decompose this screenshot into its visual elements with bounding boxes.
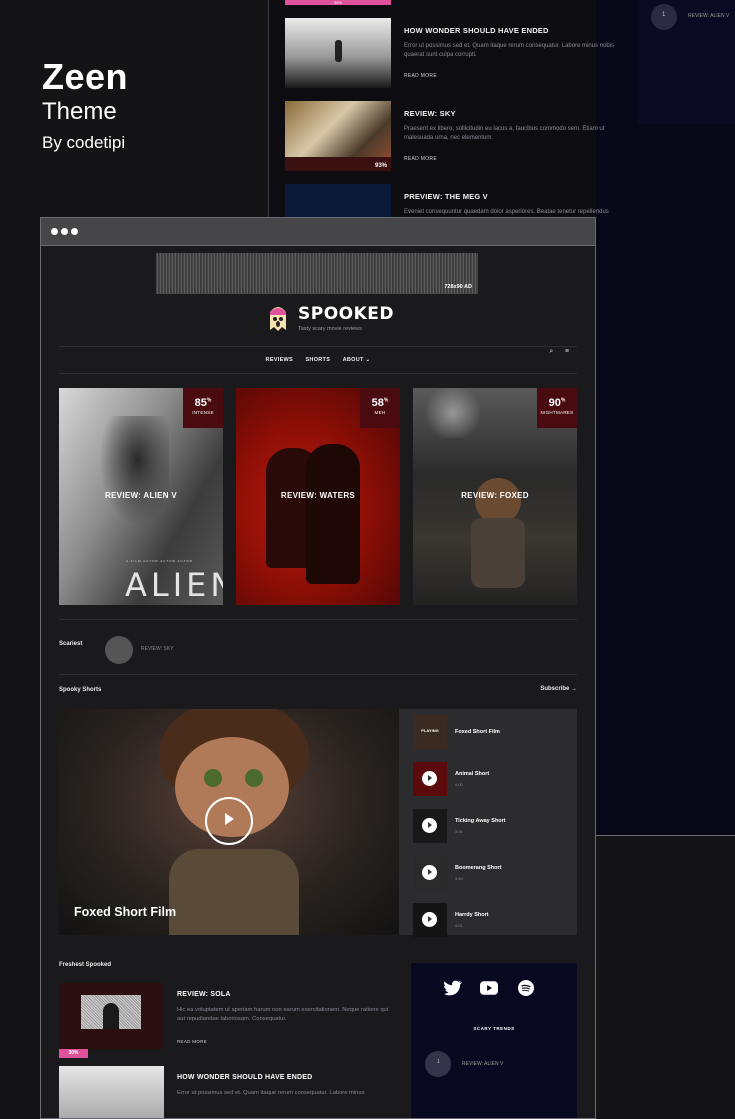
trend-title[interactable]: REVIEW: ALIEN V xyxy=(462,1061,503,1067)
trends-heading: SCARY TRENDS xyxy=(473,1026,515,1031)
post-excerpt: Praesent ex libero, sollicitudin eu lacu… xyxy=(404,126,605,141)
spotify-icon[interactable] xyxy=(517,980,535,996)
section-label-fresh: Freshest Spooked xyxy=(59,962,112,968)
browser-window: 728x90 AD SPOOKED Tasty scary movie revi… xyxy=(40,217,596,1119)
post-title[interactable]: HOW WONDER SHOULD HAVE ENDED xyxy=(404,26,549,35)
play-icon[interactable] xyxy=(205,797,253,845)
percent-badge: 30% xyxy=(59,1049,88,1058)
card-title[interactable]: REVIEW: FOXED xyxy=(413,491,577,500)
post-excerpt: Error ut possimus sed et. Quam itaque re… xyxy=(177,1090,365,1096)
video-player[interactable]: Foxed Short Film xyxy=(59,709,399,935)
section-label-scariest: Scariest xyxy=(59,641,83,647)
play-icon[interactable] xyxy=(422,865,437,880)
window-dot[interactable] xyxy=(71,228,78,235)
review-card[interactable]: A FILM ACTOR ACTOR ACTOR ALIEN REVIEW: A… xyxy=(59,388,223,605)
score-badge: 90% NIGHTMARES xyxy=(537,388,577,428)
twitter-icon[interactable] xyxy=(444,980,462,996)
section-label-shorts: Spooky Shorts xyxy=(59,687,102,693)
post-excerpt: Eveniet consequuntur quaedam dolor asper… xyxy=(404,209,609,215)
scariest-item-title[interactable]: REVIEW: SKY xyxy=(141,646,173,652)
post-thumbnail[interactable] xyxy=(285,18,391,88)
social-widget: SCARY TRENDS 1 REVIEW: ALIEN V xyxy=(411,963,577,1118)
playlist-item[interactable]: Animal Short 4:00 xyxy=(413,762,573,796)
menu-icon[interactable]: ≡ xyxy=(565,348,569,355)
nav-item-about[interactable]: ABOUT ⌄ xyxy=(343,357,371,363)
list-item[interactable]: 30% REVIEW: SOLA Hic ea voluptatem ut ap… xyxy=(59,983,399,1058)
trend-rank: 1 xyxy=(437,1059,440,1065)
play-icon[interactable] xyxy=(422,818,437,833)
list-item[interactable]: HOW WONDER SHOULD HAVE ENDED Error ut po… xyxy=(59,1066,399,1118)
avatar[interactable] xyxy=(105,636,133,664)
window-dot[interactable] xyxy=(61,228,68,235)
post-thumbnail[interactable] xyxy=(59,1066,164,1118)
read-more-link[interactable]: READ MORE xyxy=(177,1039,207,1044)
video-title: Foxed Short Film xyxy=(74,905,177,919)
list-item[interactable]: 93% REVIEW: SKY Praesent ex libero, soll… xyxy=(285,101,605,173)
read-more-link[interactable]: READ MORE xyxy=(404,73,437,79)
page-content: 728x90 AD SPOOKED Tasty scary movie revi… xyxy=(41,246,595,1118)
nav-item-reviews[interactable]: REVIEWS xyxy=(266,357,293,363)
window-dot[interactable] xyxy=(51,228,58,235)
brand-title: Zeen xyxy=(42,56,129,97)
playlist-item[interactable]: Harrdy Short 4:01 xyxy=(413,903,573,937)
post-title[interactable]: HOW WONDER SHOULD HAVE ENDED xyxy=(177,1074,312,1081)
ad-banner[interactable]: 728x90 AD xyxy=(156,253,478,294)
brand-byline: By codetipi xyxy=(42,133,126,152)
poster-title: ALIEN xyxy=(125,566,223,604)
nav-item-shorts[interactable]: SHORTS xyxy=(305,357,330,363)
divider xyxy=(59,619,577,620)
post-excerpt: Error ut possimus sed et. Quam itaque re… xyxy=(404,43,615,58)
score-badge: 85% INTENSE xyxy=(183,388,223,428)
brand-subtitle: Theme xyxy=(42,98,117,125)
search-icon[interactable]: ⌕ xyxy=(549,348,553,355)
background-trends-card: 1 REVIEW: ALIEN V xyxy=(638,0,735,124)
post-excerpt: Hic ea voluptatem ut aperiam harum non e… xyxy=(177,1007,389,1022)
trend-rank: 1 xyxy=(662,12,666,18)
post-title[interactable]: PREVIEW: THE MEG V xyxy=(404,192,488,201)
post-title[interactable]: REVIEW: SKY xyxy=(404,109,456,118)
play-icon[interactable] xyxy=(422,771,437,786)
trend-title[interactable]: REVIEW: ALIEN V xyxy=(688,13,729,19)
browser-titlebar xyxy=(41,218,595,246)
score-badge: 58% MEH xyxy=(360,388,400,428)
card-title[interactable]: REVIEW: ALIEN V xyxy=(59,491,223,500)
post-title[interactable]: REVIEW: SOLA xyxy=(177,991,231,998)
play-icon[interactable] xyxy=(422,912,437,927)
post-thumbnail[interactable]: 93% xyxy=(285,101,391,171)
divider xyxy=(59,674,577,675)
subscribe-link[interactable]: Subscribe → xyxy=(540,686,577,692)
divider xyxy=(59,373,577,374)
playlist-item[interactable]: Ticking Away Short 3:26 xyxy=(413,809,573,843)
divider xyxy=(596,835,735,836)
read-more-link[interactable]: READ MORE xyxy=(404,156,437,162)
main-nav: REVIEWS SHORTS ABOUT ⌄ xyxy=(41,348,595,366)
site-tagline: Tasty scary movie reviews xyxy=(298,326,362,332)
background-dark-panel xyxy=(596,0,735,835)
site-logo[interactable]: SPOOKED Tasty scary movie reviews xyxy=(265,302,425,338)
list-item[interactable]: HOW WONDER SHOULD HAVE ENDED Error ut po… xyxy=(285,18,614,90)
youtube-icon[interactable] xyxy=(480,980,498,996)
site-name: SPOOKED xyxy=(298,304,395,324)
ghost-logo-icon xyxy=(270,307,286,331)
playlist-item[interactable]: PLAYING Foxed Short Film xyxy=(413,715,573,749)
review-card[interactable]: REVIEW: FOXED 90% NIGHTMARES xyxy=(413,388,577,605)
review-card[interactable]: REVIEW: WATERS 58% MEH xyxy=(236,388,400,605)
divider xyxy=(59,346,577,347)
playlist-item[interactable]: Boomerang Short 3:40 xyxy=(413,856,573,890)
post-thumbnail[interactable] xyxy=(59,983,164,1049)
percent-badge: 36% xyxy=(285,0,391,5)
card-title[interactable]: REVIEW: WATERS xyxy=(236,491,400,500)
nav-icons: ⌕ ≡ xyxy=(549,348,569,356)
playlist: PLAYING Foxed Short Film Animal Short 4:0… xyxy=(399,709,577,937)
